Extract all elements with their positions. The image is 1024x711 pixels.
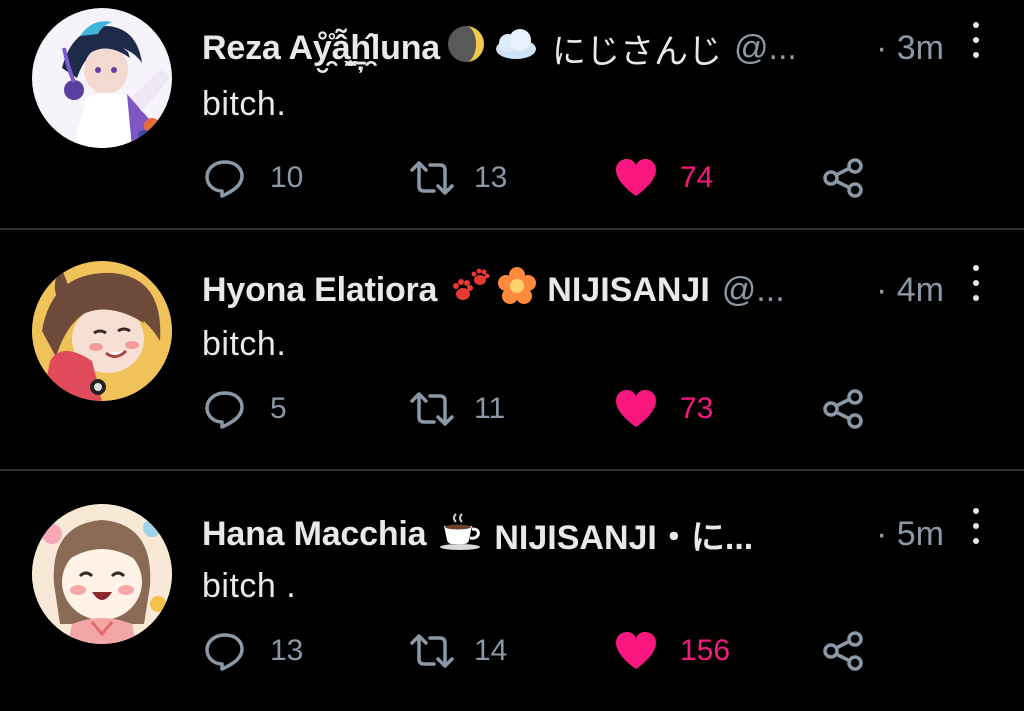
- timeline-feed: Reza Aẙ̮̯̊ẫ̟̬̯ẖ̦̯̂luna にじさんじ @... · 3m b…: [0, 0, 1024, 711]
- like-button[interactable]: 156: [614, 629, 730, 673]
- dot-icon: [973, 508, 979, 514]
- like-count: 156: [680, 634, 731, 667]
- reply-icon: [205, 160, 244, 198]
- retweet-icon: [410, 392, 454, 426]
- share-icon: [823, 631, 863, 671]
- retweet-count: 11: [474, 392, 506, 425]
- tweet[interactable]: Hana Macchia NIJISANJI・に... · 5m bitch .: [0, 471, 1024, 711]
- display-name[interactable]: Reza Aẙ̮̯̊ẫ̟̬̯ẖ̦̯̂luna: [202, 29, 440, 68]
- tweet-text: bitch.: [202, 325, 287, 363]
- share-button[interactable]: [822, 629, 864, 673]
- dot-icon: [973, 538, 979, 544]
- like-button[interactable]: 74: [614, 156, 713, 200]
- tweet-header: Hyona Elatiora NIJISANJI @... · 4m: [202, 266, 944, 315]
- retweet-button[interactable]: 13: [408, 156, 507, 200]
- like-count: 74: [680, 161, 714, 194]
- handle[interactable]: @...: [734, 29, 797, 68]
- reply-icon: [205, 391, 244, 429]
- tweet-header: Reza Aẙ̮̯̊ẫ̟̬̯ẖ̦̯̂luna にじさんじ @... · 3m: [202, 25, 944, 71]
- tweet-actions: 5 11 73: [204, 387, 884, 431]
- share-icon: [823, 389, 863, 429]
- heart-icon: [616, 390, 656, 427]
- display-name[interactable]: Hana Macchia: [202, 515, 427, 554]
- tweet[interactable]: Hyona Elatiora NIJISANJI @... · 4m bitch…: [0, 230, 1024, 471]
- dot-icon: [973, 265, 979, 271]
- moon-icon: [446, 24, 486, 73]
- flower-icon: [497, 266, 537, 315]
- dot-icon: [973, 52, 979, 58]
- reply-icon: [205, 633, 244, 671]
- tweet-actions: 10 13 74: [204, 156, 884, 200]
- affiliation: NIJISANJI: [547, 270, 710, 309]
- tweet-text: bitch .: [202, 567, 297, 605]
- timestamp[interactable]: · 3m: [876, 29, 944, 68]
- retweet-icon: [410, 634, 454, 668]
- tweet-header: Hana Macchia NIJISANJI・に... · 5m: [202, 511, 944, 557]
- reply-count: 13: [270, 634, 304, 667]
- share-icon: [823, 158, 863, 198]
- more-options-button[interactable]: [966, 22, 986, 58]
- dot-icon: [973, 523, 979, 529]
- retweet-count: 14: [474, 634, 508, 667]
- more-options-button[interactable]: [966, 265, 986, 301]
- avatar[interactable]: [32, 8, 172, 148]
- cloud-icon: [492, 27, 538, 70]
- dot-icon: [973, 280, 979, 286]
- retweet-button[interactable]: 14: [408, 629, 507, 673]
- heart-icon: [616, 632, 656, 669]
- dot-icon: [973, 22, 979, 28]
- reply-button[interactable]: 5: [204, 387, 287, 431]
- tweet-actions: 13 14 156: [204, 629, 884, 673]
- share-button[interactable]: [822, 387, 864, 431]
- retweet-icon: [410, 161, 454, 195]
- dot-icon: [973, 295, 979, 301]
- heart-icon: [616, 159, 656, 196]
- like-count: 73: [680, 392, 714, 425]
- retweet-button[interactable]: 11: [408, 387, 505, 431]
- more-options-button[interactable]: [966, 508, 986, 544]
- coffee-cup-icon: [438, 510, 484, 559]
- retweet-count: 13: [474, 161, 508, 194]
- reply-button[interactable]: 13: [204, 629, 303, 673]
- avatar[interactable]: [32, 261, 172, 401]
- tweet-text: bitch.: [202, 85, 287, 123]
- affiliation: にじさんじ: [552, 32, 722, 71]
- reply-button[interactable]: 10: [204, 156, 303, 200]
- display-name[interactable]: Hyona Elatiora: [202, 271, 437, 310]
- handle[interactable]: @...: [722, 271, 785, 310]
- affiliation: NIJISANJI・に...: [494, 518, 754, 557]
- dot-icon: [973, 37, 979, 43]
- paw-print-icon: [449, 266, 491, 315]
- share-button[interactable]: [822, 156, 864, 200]
- timestamp[interactable]: · 4m: [876, 271, 944, 310]
- avatar[interactable]: [32, 504, 172, 644]
- tweet[interactable]: Reza Aẙ̮̯̊ẫ̟̬̯ẖ̦̯̂luna にじさんじ @... · 3m b…: [0, 0, 1024, 230]
- like-button[interactable]: 73: [614, 387, 713, 431]
- timestamp[interactable]: · 5m: [876, 515, 944, 554]
- reply-count: 10: [270, 161, 304, 194]
- reply-count: 5: [270, 392, 287, 425]
